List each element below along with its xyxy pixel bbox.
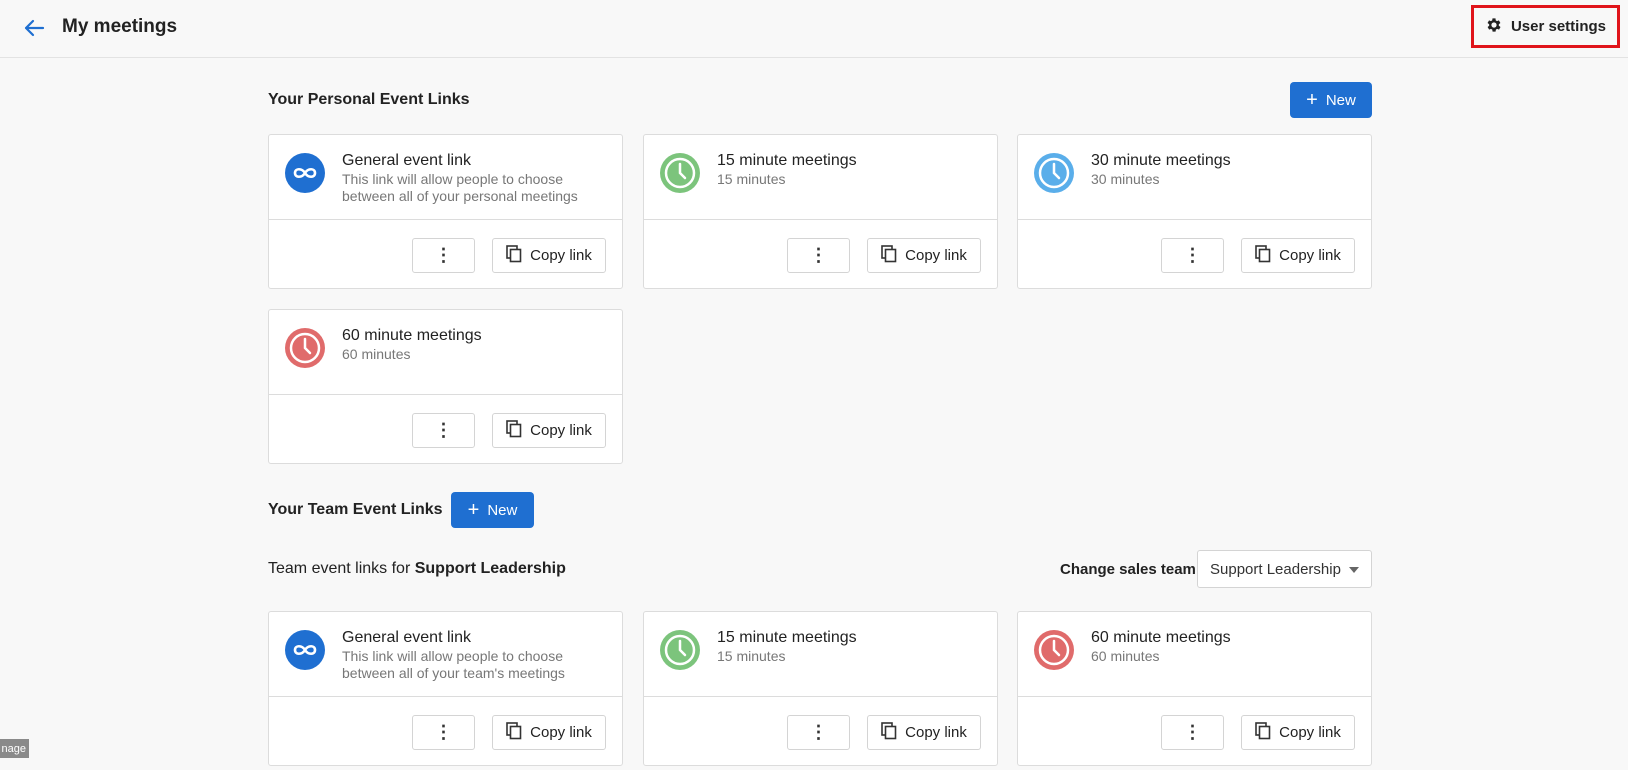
kebab-menu-icon: ⋮	[809, 245, 828, 265]
back-arrow-icon[interactable]	[20, 14, 48, 42]
copy-link-button[interactable]: Copy link	[492, 413, 606, 448]
copy-icon	[1255, 244, 1271, 267]
card-subtitle: This link will allow people to choose be…	[342, 648, 565, 681]
copy-link-label: Copy link	[530, 724, 592, 741]
kebab-menu-icon: ⋮	[434, 245, 453, 265]
top-bar: My meetings User settings	[0, 0, 1628, 58]
card-subtitle: 60 minutes	[1091, 648, 1160, 664]
kebab-menu-icon: ⋮	[434, 420, 453, 440]
team-links-prefix: Team event links for	[268, 560, 411, 577]
plus-icon: +	[467, 499, 480, 521]
card-title: 15 minute meetings	[717, 629, 857, 646]
copy-icon	[506, 244, 522, 267]
more-options-button[interactable]: ⋮	[412, 715, 475, 750]
page-title: My meetings	[62, 16, 178, 37]
kebab-menu-icon: ⋮	[434, 722, 453, 742]
copy-link-label: Copy link	[1279, 247, 1341, 264]
copy-icon	[506, 419, 522, 442]
card-subtitle: 15 minutes	[717, 648, 786, 664]
copy-link-button[interactable]: Copy link	[492, 238, 606, 273]
card-subtitle: This link will allow people to choose be…	[342, 171, 578, 204]
copy-link-label: Copy link	[905, 247, 967, 264]
copy-icon	[1255, 721, 1271, 744]
copy-link-label: Copy link	[1279, 724, 1341, 741]
chevron-down-icon	[1349, 567, 1359, 573]
card-title: General event link	[342, 629, 471, 646]
card-title: 60 minute meetings	[342, 327, 482, 344]
copy-link-button[interactable]: Copy link	[1241, 715, 1355, 750]
gear-icon	[1485, 16, 1503, 38]
more-options-button[interactable]: ⋮	[787, 238, 850, 273]
copy-link-button[interactable]: Copy link	[867, 715, 981, 750]
event-link-card: 15 minute meetings 15 minutes ⋮ Copy lin…	[643, 134, 998, 289]
new-button-label: New	[487, 501, 518, 519]
team-select[interactable]: Support Leadership	[1197, 550, 1372, 588]
copy-link-button[interactable]: Copy link	[867, 238, 981, 273]
personal-section-title: Your Personal Event Links	[268, 91, 470, 108]
clock-icon	[660, 630, 700, 670]
more-options-button[interactable]: ⋮	[787, 715, 850, 750]
more-options-button[interactable]: ⋮	[412, 413, 475, 448]
clock-icon	[660, 153, 700, 193]
more-options-button[interactable]: ⋮	[1161, 715, 1224, 750]
event-link-card: 60 minute meetings 60 minutes ⋮ Copy lin…	[268, 309, 623, 464]
copy-link-button[interactable]: Copy link	[1241, 238, 1355, 273]
event-link-card: 60 minute meetings 60 minutes ⋮ Copy lin…	[1017, 611, 1372, 766]
corner-tag: nage	[0, 739, 29, 758]
new-team-link-button[interactable]: + New	[451, 492, 534, 528]
user-settings-button[interactable]: User settings	[1471, 5, 1620, 48]
card-subtitle: 30 minutes	[1091, 171, 1160, 187]
event-link-card: 15 minute meetings 15 minutes ⋮ Copy lin…	[643, 611, 998, 766]
event-link-card: General event link This link will allow …	[268, 134, 623, 289]
change-team-label: Change sales team	[1060, 561, 1196, 578]
team-links-heading: Team event links for Support Leadership	[268, 560, 566, 578]
clock-icon	[1034, 630, 1074, 670]
kebab-menu-icon: ⋮	[1183, 722, 1202, 742]
card-subtitle: 60 minutes	[342, 346, 411, 362]
team-select-value: Support Leadership	[1210, 560, 1341, 578]
clock-icon	[1034, 153, 1074, 193]
card-title: 60 minute meetings	[1091, 629, 1231, 646]
card-title: 15 minute meetings	[717, 152, 857, 169]
clock-icon	[285, 328, 325, 368]
new-button-label: New	[1325, 91, 1356, 109]
team-name: Support Leadership	[414, 560, 566, 577]
event-link-card: 30 minute meetings 30 minutes ⋮ Copy lin…	[1017, 134, 1372, 289]
card-subtitle: 15 minutes	[717, 171, 786, 187]
kebab-menu-icon: ⋮	[1183, 245, 1202, 265]
more-options-button[interactable]: ⋮	[1161, 238, 1224, 273]
copy-link-label: Copy link	[530, 247, 592, 264]
plus-icon: +	[1306, 89, 1318, 111]
user-settings-label: User settings	[1510, 18, 1607, 35]
copy-icon	[881, 244, 897, 267]
copy-icon	[881, 721, 897, 744]
card-title: 30 minute meetings	[1091, 152, 1231, 169]
more-options-button[interactable]: ⋮	[412, 238, 475, 273]
infinity-icon	[285, 630, 325, 670]
copy-icon	[506, 721, 522, 744]
kebab-menu-icon: ⋮	[809, 722, 828, 742]
infinity-icon	[285, 153, 325, 193]
copy-link-button[interactable]: Copy link	[492, 715, 606, 750]
team-section-title: Your Team Event Links	[268, 501, 443, 518]
copy-link-label: Copy link	[905, 724, 967, 741]
event-link-card: General event link This link will allow …	[268, 611, 623, 766]
card-title: General event link	[342, 152, 471, 169]
new-personal-link-button[interactable]: + New	[1290, 82, 1372, 118]
copy-link-label: Copy link	[530, 422, 592, 439]
